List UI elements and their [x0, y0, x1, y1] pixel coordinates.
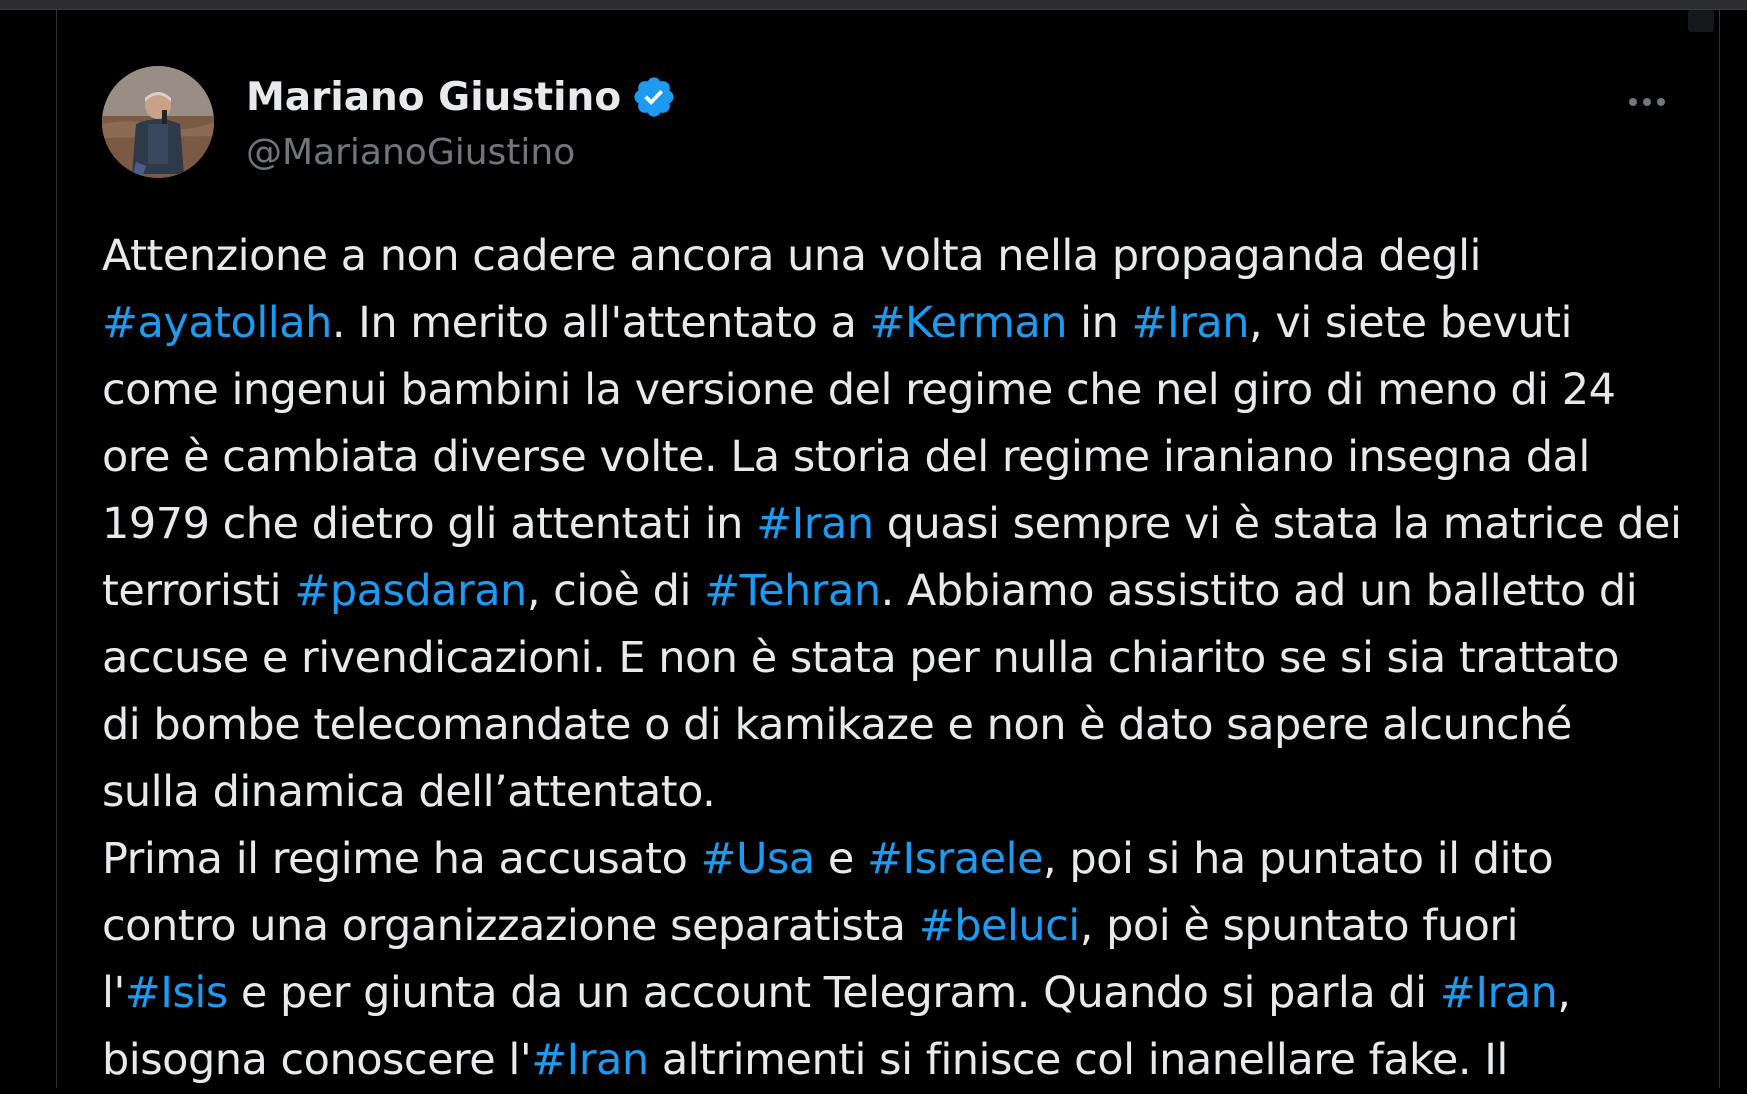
more-horizontal-icon [1629, 98, 1637, 106]
tweet-text-line: Attenzione a non cadere ancora una volta… [102, 223, 1727, 290]
tweet-text-segment: accuse e rivendicazioni. E non è stata p… [102, 633, 1620, 683]
tweet-text-segment: ore è cambiata diverse volte. La storia … [102, 432, 1590, 482]
tweet-text-segment: , poi si ha puntato il dito [1043, 834, 1554, 884]
tweet-text-segment: bisogna conoscere l' [102, 1035, 532, 1085]
more-dot [1643, 98, 1651, 106]
hashtag-link[interactable]: #beluci [919, 901, 1081, 951]
tweet-text-line: ore è cambiata diverse volte. La storia … [102, 424, 1727, 491]
hashtag-link[interactable]: #Israele [867, 834, 1044, 884]
hashtag-link[interactable]: #Iran [531, 1035, 649, 1085]
tweet-text-segment: , [1557, 968, 1571, 1018]
tweet-text-segment: di bombe telecomandate o di kamikaze e n… [102, 700, 1572, 750]
hashtag-link[interactable]: #Usa [700, 834, 815, 884]
user-name[interactable]: Mariano Giustino [246, 74, 677, 120]
window-top-bar [0, 0, 1747, 10]
tweet-text-line: accuse e rivendicazioni. E non è stata p… [102, 625, 1727, 692]
tweet-text-segment: quasi sempre vi è stata la matrice dei [873, 499, 1682, 549]
hashtag-link[interactable]: #Kerman [870, 298, 1068, 348]
hashtag-link[interactable]: #Tehran [704, 566, 881, 616]
tweet-text-segment: e per giunta da un account Telegram. Qua… [227, 968, 1440, 1018]
tweet-text-segment: altrimenti si finisce col inanellare fak… [648, 1035, 1509, 1085]
more-options-button[interactable] [1617, 80, 1677, 124]
tweet-text-segment: contro una organizzazione separatista [102, 901, 919, 951]
hashtag-link[interactable]: #Iran [1132, 298, 1250, 348]
tweet-text-segment: . In merito all'attentato a [331, 298, 870, 348]
verified-badge-icon [634, 77, 674, 117]
tweet-text-line: 1979 che dietro gli attentati in #Iran q… [102, 491, 1727, 558]
tweet-text-segment: , cioè di [526, 566, 705, 616]
display-name[interactable]: Mariano Giustino [246, 75, 621, 120]
tweet-text-line: l'#Isis e per giunta da un account Teleg… [102, 960, 1727, 1027]
tweet-text-line: Prima il regime ha accusato #Usa e #Isra… [102, 826, 1727, 893]
tweet-text-segment: l' [102, 968, 125, 1018]
hashtag-link[interactable]: #Isis [125, 968, 228, 1018]
tweet-text-segment: e [814, 834, 868, 884]
tweet-text-segment: in [1066, 298, 1132, 348]
tweet-text-line: bisogna conoscere l'#Iran altrimenti si … [102, 1027, 1727, 1094]
user-photo-avatar-icon [102, 66, 214, 178]
tweet-text-segment: sulla dinamica dell’attentato. [102, 767, 716, 817]
tweet-text-line: come ingenui bambini la versione del reg… [102, 357, 1727, 424]
tweet-text-line: di bombe telecomandate o di kamikaze e n… [102, 692, 1727, 759]
tweet-text-segment: , poi è spuntato fuori [1079, 901, 1519, 951]
tweet-text-segment: 1979 che dietro gli attentati in [102, 499, 757, 549]
tweet-text-line: contro una organizzazione separatista #b… [102, 893, 1727, 960]
tweet: Mariano Giustino @MarianoGiustino Attenz… [57, 10, 1719, 1088]
tweet-text: Attenzione a non cadere ancora una volta… [102, 223, 1727, 1094]
tweet-text-segment: , vi siete bevuti [1249, 298, 1572, 348]
avatar[interactable] [102, 66, 214, 178]
hashtag-link[interactable]: #ayatollah [102, 298, 332, 348]
tweet-text-segment: come ingenui bambini la versione del reg… [102, 365, 1616, 415]
tweet-text-line: terroristi #pasdaran, cioè di #Tehran. A… [102, 558, 1727, 625]
hashtag-link[interactable]: #pasdaran [294, 566, 527, 616]
tweet-text-segment: . Abbiamo assistito ad un balletto di [880, 566, 1638, 616]
hashtag-link[interactable]: #Iran [756, 499, 874, 549]
hashtag-link[interactable]: #Iran [1440, 968, 1558, 1018]
more-dot [1657, 98, 1665, 106]
tweet-text-line: sulla dinamica dell’attentato. [102, 759, 1727, 826]
user-handle[interactable]: @MarianoGiustino [246, 132, 575, 173]
tweet-text-segment: terroristi [102, 566, 295, 616]
tweet-text-line: #ayatollah. In merito all'attentato a #K… [102, 290, 1727, 357]
tweet-text-segment: Prima il regime ha accusato [102, 834, 701, 884]
tweet-text-segment: Attenzione a non cadere ancora una volta… [102, 231, 1482, 281]
